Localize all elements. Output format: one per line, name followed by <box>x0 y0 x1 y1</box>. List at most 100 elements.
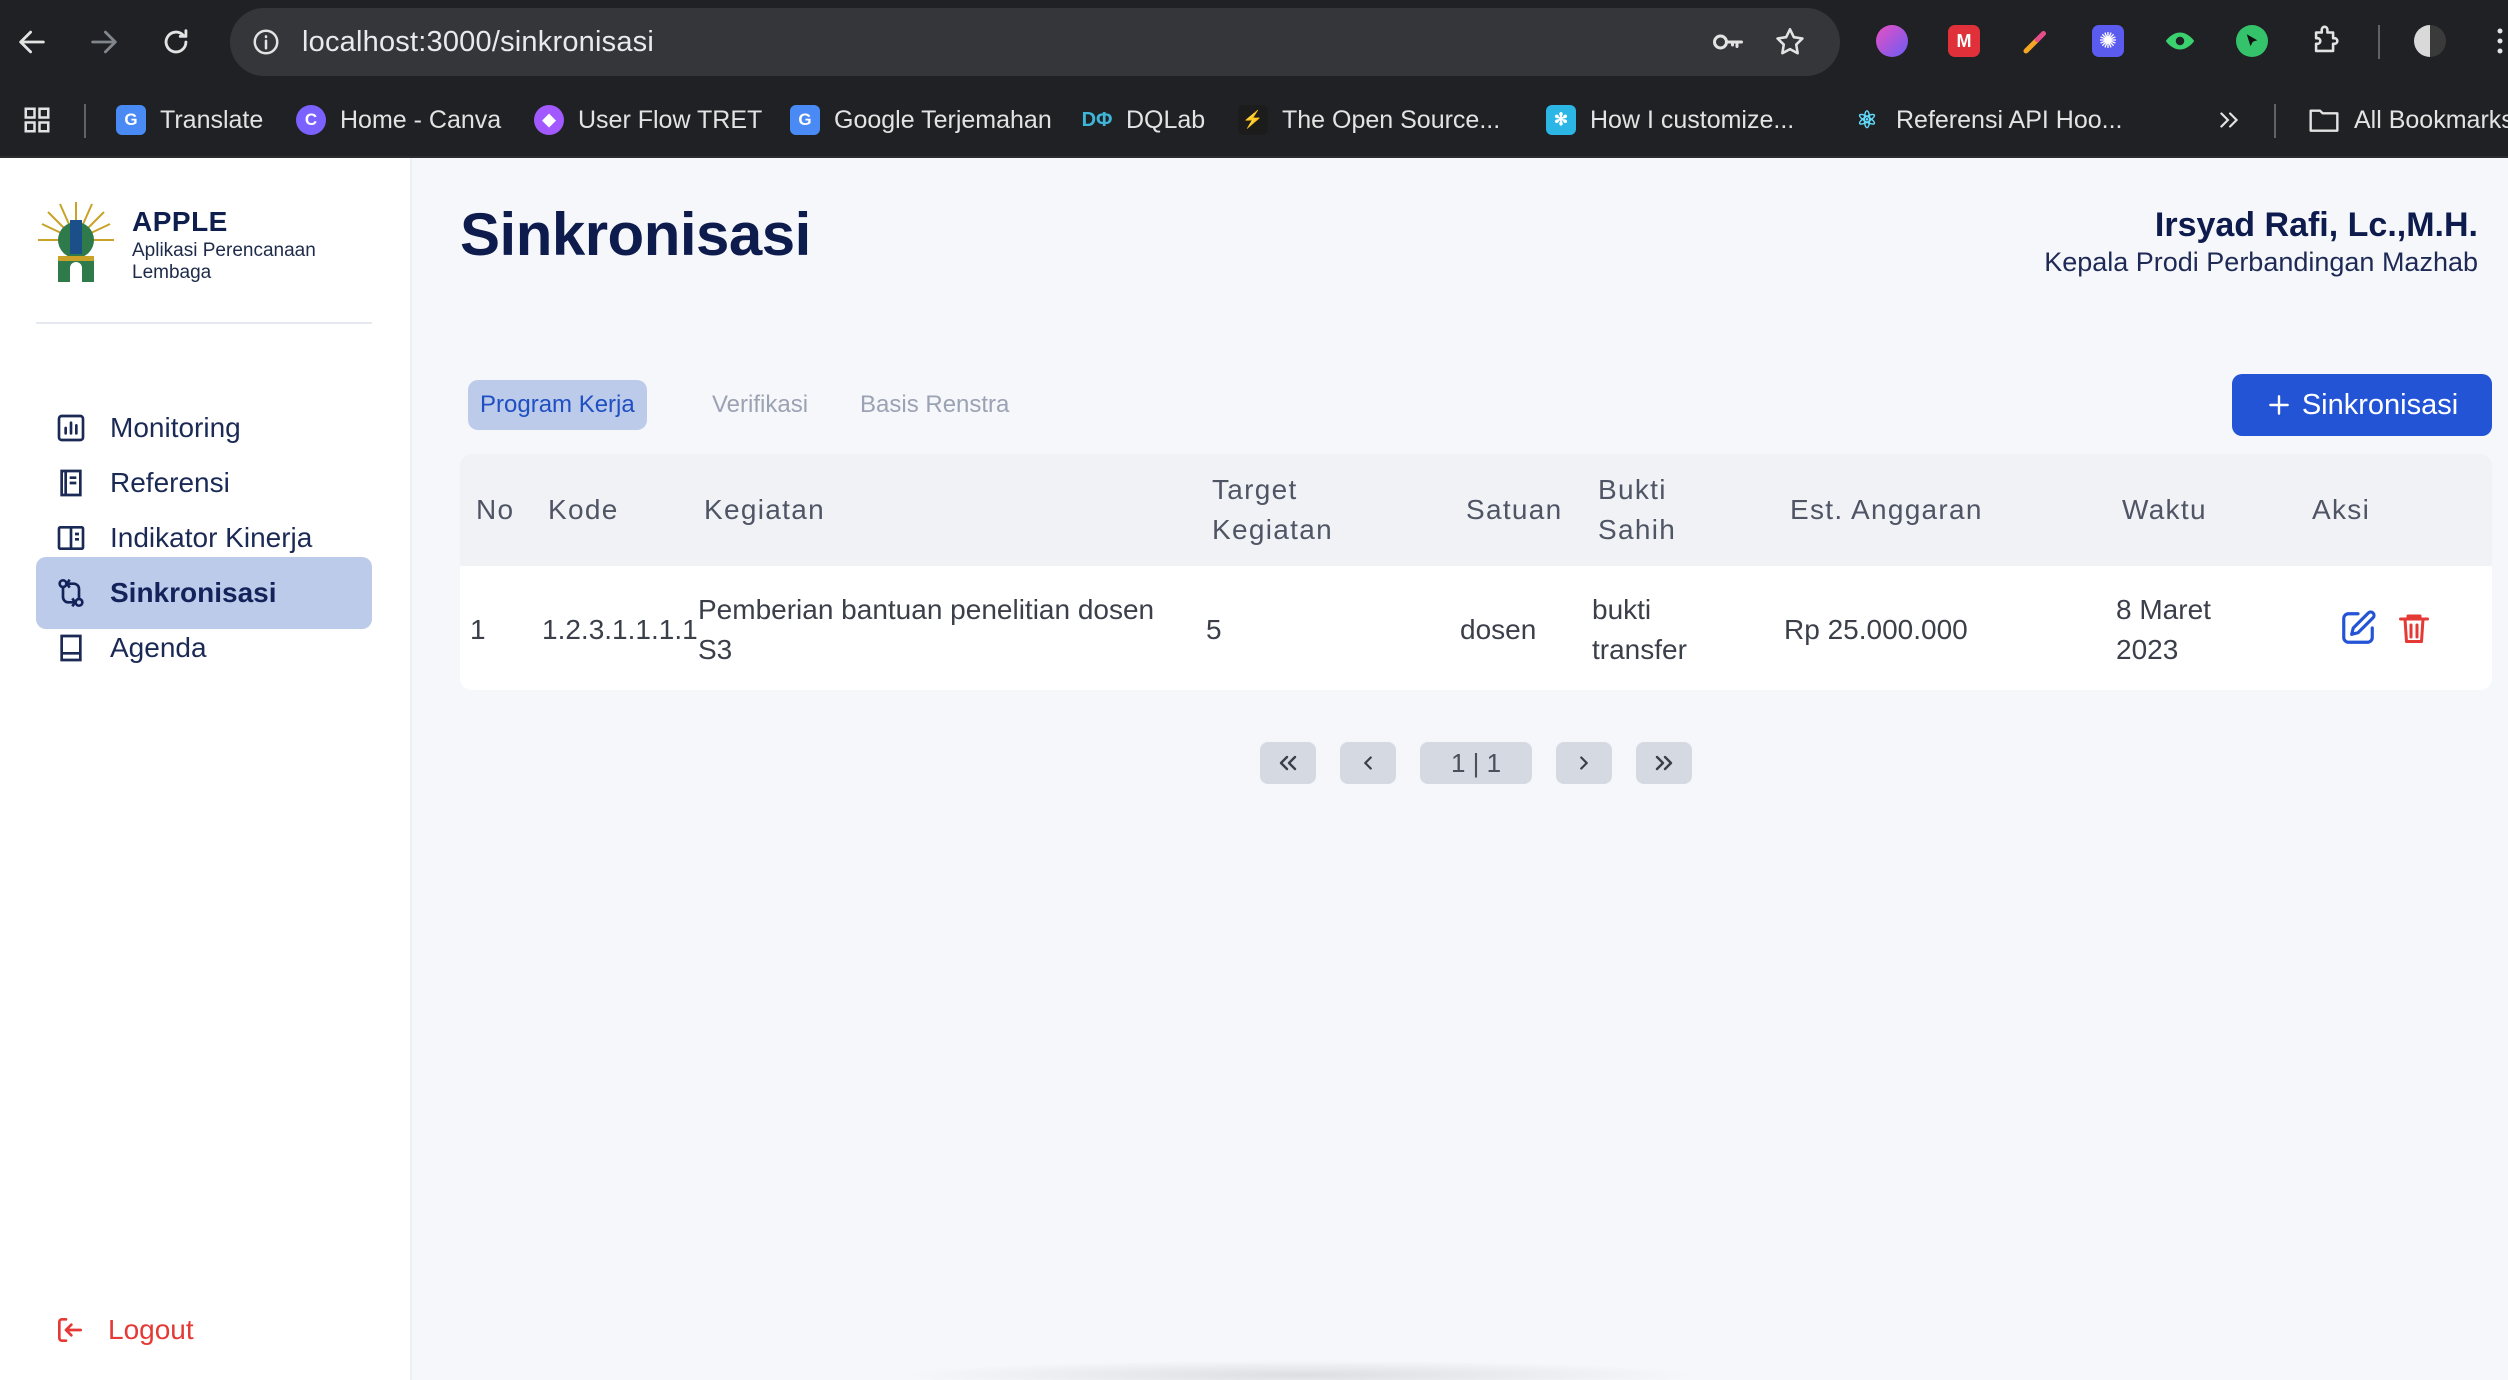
header-waktu: Waktu <box>2122 494 2207 525</box>
browser-toolbar: localhost:3000/sinkronisasi M ✺ <box>0 0 2508 84</box>
header-no: No <box>476 494 515 525</box>
open-book-icon <box>54 521 88 555</box>
bookmark-label: Google Terjemahan <box>834 105 1052 134</box>
tab-verifikasi[interactable]: Verifikasi <box>700 380 820 430</box>
bookmark-star-icon[interactable] <box>1770 22 1810 62</box>
canva-icon: C <box>296 105 326 135</box>
cell-kegiatan-line1: Pemberian bantuan penelitian dosen <box>698 594 1155 625</box>
cell-kegiatan-line2: S3 <box>698 634 733 665</box>
tab-basis-renstra[interactable]: Basis Renstra <box>848 380 1021 430</box>
bookmark-label: Referensi API Hoo... <box>1896 105 2123 134</box>
brain-extension-icon[interactable] <box>1872 21 1912 61</box>
site-info-icon[interactable] <box>246 22 286 62</box>
folder-icon <box>2309 109 2339 132</box>
profile-avatar[interactable] <box>2410 21 2450 61</box>
address-bar[interactable]: localhost:3000/sinkronisasi <box>230 8 1840 76</box>
header-aksi: Aksi <box>2312 494 2371 525</box>
table-header: No Kode Kegiatan Target Kegiatan Satuan … <box>460 454 2492 566</box>
back-arrow-icon <box>19 30 45 54</box>
forward-arrow-icon <box>91 30 117 54</box>
user-name: Irsyad Rafi, Lc.,M.H. <box>2154 206 2478 244</box>
edit-icon[interactable] <box>2338 608 2378 648</box>
trash-icon[interactable] <box>2394 608 2434 648</box>
cell-no: 1 <box>470 614 486 645</box>
browser-menu-icon[interactable] <box>2480 21 2508 61</box>
logout-label: Logout <box>108 1314 194 1345</box>
header-target-line2: Kegiatan <box>1212 514 1333 545</box>
all-bookmarks-button[interactable]: All Bookmarks <box>2308 98 2508 142</box>
window-shadow <box>900 1360 1700 1380</box>
notebook-icon <box>54 631 88 665</box>
extensions-puzzle-icon[interactable] <box>2306 21 2346 61</box>
supabase-icon: ⚡ <box>1238 105 1268 135</box>
brand-name: APPLE <box>132 206 228 237</box>
sidebar-item-agenda[interactable]: Agenda <box>36 612 372 684</box>
header-anggaran: Est. Anggaran <box>1790 494 1983 525</box>
add-button-label: Sinkronisasi <box>2301 388 2459 421</box>
bookmark-userflow[interactable]: ◆ User Flow TRET <box>534 98 762 142</box>
react-icon: ⚛ <box>1856 106 1878 134</box>
bookmark-canva[interactable]: C Home - Canva <box>296 98 501 142</box>
cell-bukti-line2: transfer <box>1592 634 1687 665</box>
logout-icon <box>54 1314 86 1346</box>
bookmark-divider <box>84 104 86 138</box>
header-kegiatan: Kegiatan <box>704 494 825 525</box>
eye-extension-icon[interactable] <box>2160 21 2200 61</box>
add-sinkronisasi-button[interactable]: Sinkronisasi <box>2232 374 2492 436</box>
sidebar: APPLE Aplikasi Perencanaan Lembaga Monit… <box>0 158 412 1380</box>
snowflake-icon: ✻ <box>1546 105 1576 135</box>
header-bukti-line1: Bukti <box>1598 474 1667 505</box>
back-button[interactable] <box>6 16 58 68</box>
next-page-button[interactable] <box>1556 742 1612 784</box>
page-title: Sinkronisasi <box>460 201 811 268</box>
bar-chart-icon <box>54 411 88 445</box>
url-text[interactable]: localhost:3000/sinkronisasi <box>302 23 654 61</box>
logout-button[interactable]: Logout <box>36 1302 194 1358</box>
sidebar-item-label: Monitoring <box>110 412 241 443</box>
book-icon <box>54 466 88 500</box>
last-page-button[interactable] <box>1636 742 1692 784</box>
reload-button[interactable] <box>150 16 202 68</box>
apps-grid-icon[interactable] <box>22 98 52 142</box>
password-key-icon[interactable] <box>1708 22 1748 62</box>
color-picker-extension-icon[interactable] <box>2016 21 2056 61</box>
bookmark-open-source[interactable]: ⚡ The Open Source... <box>1238 98 1500 142</box>
prev-page-button[interactable] <box>1340 742 1396 784</box>
bookmark-label: User Flow TRET <box>578 105 763 134</box>
header-target-line1: Target <box>1212 474 1298 505</box>
main-content: Sinkronisasi Irsyad Rafi, Lc.,M.H. Kepal… <box>412 158 2508 1380</box>
plus-icon <box>2268 395 2289 415</box>
bookmark-label: Home - Canva <box>340 105 502 134</box>
institution-logo <box>36 200 116 286</box>
reload-icon <box>164 29 188 54</box>
sidebar-item-label: Sinkronisasi <box>110 577 277 608</box>
bookmark-label: DQLab <box>1126 105 1206 134</box>
tab-program-kerja[interactable]: Program Kerja <box>468 380 647 430</box>
dqlab-icon: DΦ <box>1081 108 1113 131</box>
sidebar-item-label: Referensi <box>110 467 230 498</box>
brand-subtitle: Aplikasi Perencanaan Lembaga <box>132 240 316 283</box>
program-table: No Kode Kegiatan Target Kegiatan Satuan … <box>460 454 2492 690</box>
all-bookmarks-label: All Bookmarks <box>2354 105 2508 134</box>
gear-extension-icon[interactable]: ✺ <box>2088 21 2128 61</box>
cursor-extension-icon[interactable] <box>2232 21 2272 61</box>
bookmark-label: Translate <box>160 105 264 134</box>
cell-anggaran: Rp 25.000.000 <box>1784 614 1968 645</box>
bookmark-translate[interactable]: G Translate <box>116 98 263 142</box>
bookmark-how-i-customize[interactable]: ✻ How I customize... <box>1546 98 1794 142</box>
more-bookmarks-chevron-icon[interactable] <box>2216 98 2242 142</box>
first-page-button[interactable] <box>1260 742 1316 784</box>
google-translate-icon: G <box>790 105 820 135</box>
userflow-icon: ◆ <box>534 105 564 135</box>
forward-button[interactable] <box>78 16 130 68</box>
bookmark-dqlab[interactable]: DΦ DQLab <box>1081 98 1206 142</box>
cell-satuan: dosen <box>1460 614 1537 645</box>
bookmark-label: The Open Source... <box>1282 105 1501 134</box>
cell-bukti-line1: bukti <box>1592 594 1652 625</box>
bookmark-google-terjemahan[interactable]: G Google Terjemahan <box>790 98 1052 142</box>
bookmark-referensi-api[interactable]: ⚛ Referensi API Hoo... <box>1852 98 2123 142</box>
sidebar-item-label: Indikator Kinerja <box>110 522 313 553</box>
mendeley-extension-icon[interactable]: M <box>1944 21 1984 61</box>
bookmarks-bar: G Translate C Home - Canva ◆ User Flow TRET… <box>0 84 2508 158</box>
cell-waktu-line1: 8 Maret <box>2116 594 2211 625</box>
